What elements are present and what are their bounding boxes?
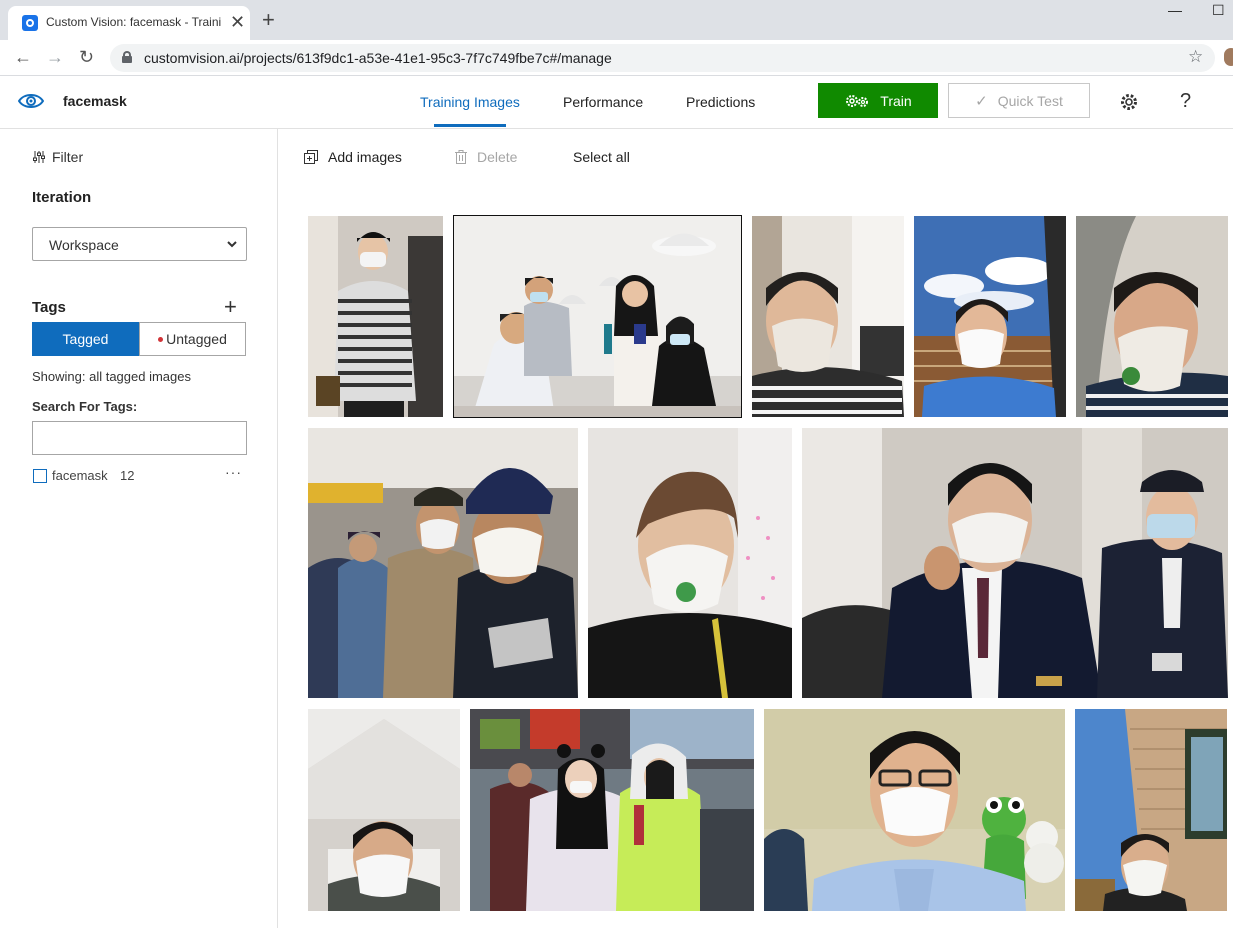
training-image-thumbnail[interactable] xyxy=(308,428,578,698)
search-tags-label: Search For Tags: xyxy=(32,399,138,414)
iteration-title: Iteration xyxy=(32,189,92,206)
delete-button[interactable]: Delete xyxy=(455,149,517,165)
sidebar: Filter Iteration Workspace Tags + Tagged… xyxy=(0,129,278,928)
browser-tab[interactable]: Custom Vision: facemask - Traini ✕ xyxy=(8,6,250,40)
untagged-label: Untagged xyxy=(166,331,227,347)
address-bar[interactable]: customvision.ai/projects/613f9dc1-a53e-4… xyxy=(110,44,1215,72)
close-tab-icon[interactable]: ✕ xyxy=(230,12,245,32)
add-images-icon xyxy=(304,150,318,164)
minimize-icon[interactable]: — xyxy=(1168,2,1182,18)
eye-logo-icon[interactable] xyxy=(18,92,44,110)
add-images-button[interactable]: Add images xyxy=(304,149,402,165)
untagged-dot-icon xyxy=(158,336,164,342)
quick-test-button[interactable]: ✓ Quick Test xyxy=(948,83,1090,118)
training-image-thumbnail[interactable] xyxy=(764,709,1065,911)
forward-icon[interactable]: → xyxy=(46,46,64,68)
tag-more-options-icon[interactable]: ··· xyxy=(225,464,242,480)
showing-status: Showing: all tagged images xyxy=(32,369,191,384)
untagged-toggle[interactable]: Untagged xyxy=(139,322,246,356)
tag-list-item[interactable]: facemask 12 ··· xyxy=(32,464,247,485)
browser-toolbar: ← → ↻ customvision.ai/projects/613f9dc1-… xyxy=(0,40,1233,76)
gears-icon xyxy=(846,94,869,107)
chevron-down-icon xyxy=(227,241,237,248)
settings-gear-icon[interactable] xyxy=(1119,92,1139,112)
tab-training-images[interactable]: Training Images xyxy=(420,94,520,110)
training-image-thumbnail[interactable] xyxy=(308,709,460,911)
tags-title: Tags xyxy=(32,299,66,316)
tag-name: facemask xyxy=(52,468,108,483)
train-label: Train xyxy=(880,92,912,109)
train-button[interactable]: Train xyxy=(818,83,938,118)
command-bar: Add images Delete Select all xyxy=(278,129,1233,184)
tag-checkbox[interactable] xyxy=(33,469,47,483)
trash-icon xyxy=(455,150,467,164)
training-image-thumbnail[interactable] xyxy=(588,428,792,698)
tab-predictions[interactable]: Predictions xyxy=(686,94,755,110)
training-image-thumbnail[interactable] xyxy=(1075,709,1227,911)
delete-label: Delete xyxy=(477,149,518,165)
project-name[interactable]: facemask xyxy=(63,93,127,109)
training-image-thumbnail[interactable] xyxy=(1076,216,1228,417)
new-tab-icon[interactable]: + xyxy=(262,8,275,32)
profile-avatar[interactable] xyxy=(1224,48,1233,66)
bookmark-star-icon[interactable]: ☆ xyxy=(1188,47,1203,67)
search-tags-input[interactable] xyxy=(32,421,247,455)
maximize-icon[interactable]: ☐ xyxy=(1212,2,1225,19)
training-image-thumbnail[interactable] xyxy=(308,216,443,417)
iteration-select-value: Workspace xyxy=(49,237,119,253)
select-all-button[interactable]: Select all xyxy=(573,149,630,165)
back-icon[interactable]: ← xyxy=(14,46,32,68)
tab-performance[interactable]: Performance xyxy=(563,94,643,110)
checkmark-icon: ✓ xyxy=(975,92,988,110)
url-text: customvision.ai/projects/613f9dc1-a53e-4… xyxy=(144,50,612,66)
filter-sliders-icon xyxy=(33,151,45,163)
app-header: facemask Training Images Performance Pre… xyxy=(0,76,1233,129)
quick-test-label: Quick Test xyxy=(997,92,1063,109)
lock-icon xyxy=(122,51,132,63)
reload-icon[interactable]: ↻ xyxy=(79,46,94,68)
help-icon[interactable]: ? xyxy=(1180,90,1191,112)
filter-button[interactable]: Filter xyxy=(32,149,83,165)
iteration-select[interactable]: Workspace xyxy=(32,227,247,261)
training-image-thumbnail[interactable] xyxy=(914,216,1066,417)
add-images-label: Add images xyxy=(328,149,402,165)
browser-tab-title: Custom Vision: facemask - Traini xyxy=(46,15,222,29)
browser-tabstrip: Custom Vision: facemask - Traini ✕ + — ☐ xyxy=(0,0,1233,40)
training-image-thumbnail[interactable] xyxy=(802,428,1228,698)
filter-label: Filter xyxy=(52,149,84,165)
training-image-thumbnail[interactable] xyxy=(453,215,742,418)
tagged-toggle[interactable]: Tagged xyxy=(32,322,139,356)
training-image-thumbnail[interactable] xyxy=(470,709,754,911)
active-tab-indicator xyxy=(434,124,506,127)
training-image-thumbnail[interactable] xyxy=(752,216,904,417)
customvision-favicon-icon xyxy=(22,15,38,31)
add-tag-icon[interactable]: + xyxy=(224,296,237,318)
select-all-label: Select all xyxy=(573,149,630,165)
tag-count: 12 xyxy=(120,468,135,483)
tagged-label: Tagged xyxy=(62,331,109,347)
